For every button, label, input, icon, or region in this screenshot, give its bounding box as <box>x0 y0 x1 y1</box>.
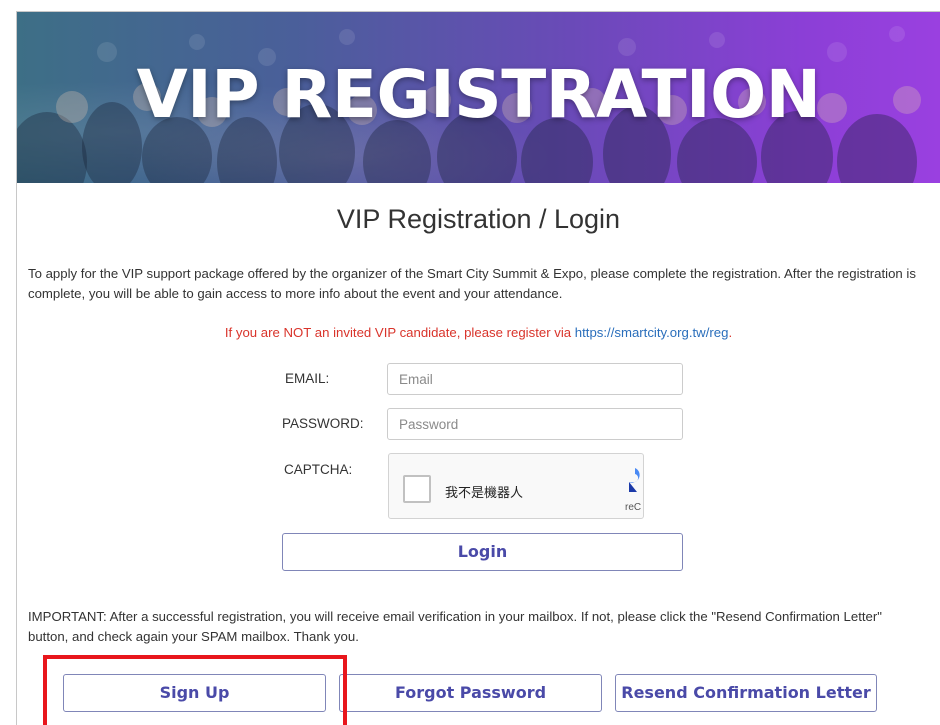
notice-text: If you are NOT an invited VIP candidate,… <box>224 325 575 340</box>
important-note: IMPORTANT: After a successful registrati… <box>28 609 882 644</box>
email-field[interactable] <box>387 363 683 395</box>
password-field[interactable] <box>387 408 683 440</box>
email-label: EMAIL: <box>285 371 330 386</box>
sign-up-highlight-box <box>43 655 347 725</box>
recaptcha-checkbox[interactable] <box>403 475 431 503</box>
recaptcha-brand: reC <box>625 502 642 513</box>
intro-text: To apply for the VIP support package off… <box>28 266 916 301</box>
notice-end: . <box>728 325 733 340</box>
password-label: PASSWORD: <box>282 416 364 431</box>
recaptcha-label: 我不是機器人 <box>445 486 524 501</box>
resend-confirmation-button[interactable]: Resend Confirmation Letter <box>615 674 877 712</box>
recaptcha-logo-icon <box>629 468 640 492</box>
banner-title: VIP REGISTRATION <box>136 56 821 133</box>
login-button[interactable]: Login <box>282 533 683 571</box>
register-link[interactable]: https://smartcity.org.tw/reg <box>575 325 729 340</box>
page-title: VIP Registration / Login <box>336 204 621 234</box>
non-vip-notice: If you are NOT an invited VIP candidate,… <box>17 325 940 340</box>
forgot-password-button[interactable]: Forgot Password <box>339 674 602 712</box>
captcha-label: CAPTCHA: <box>284 462 353 477</box>
hero-banner: VIP REGISTRATION <box>17 12 940 183</box>
recaptcha-widget: 我不是機器人 reC <box>388 453 644 519</box>
